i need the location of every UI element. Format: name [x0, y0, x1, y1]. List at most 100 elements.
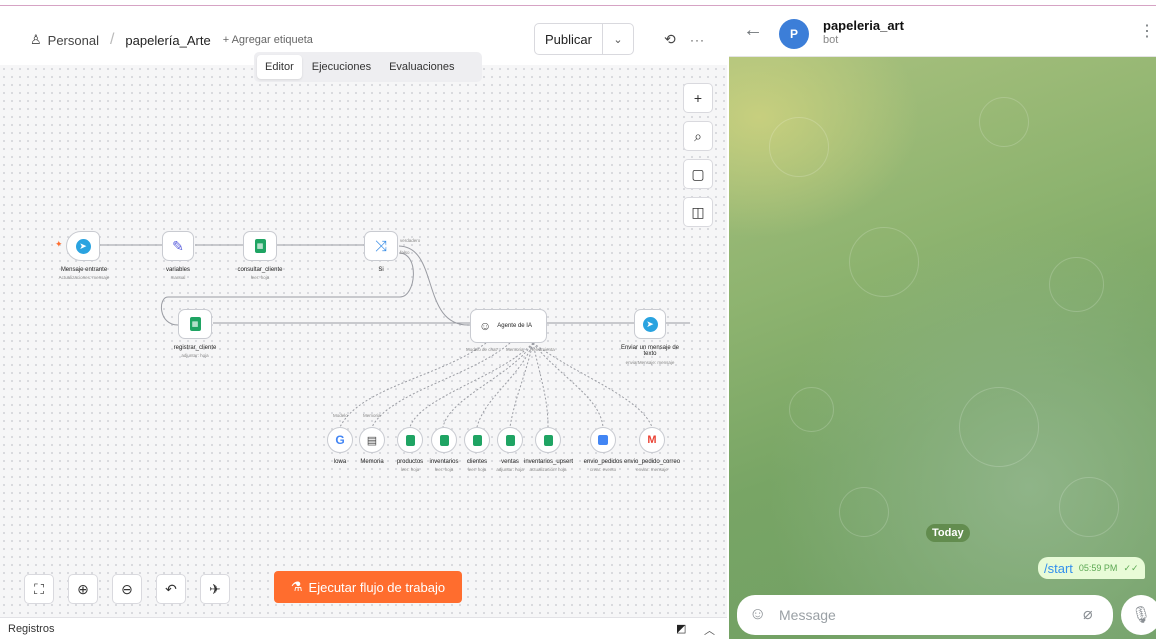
- message-composer[interactable]: ☺ Message ⌀: [737, 595, 1113, 635]
- google-sheets-icon: ▦: [254, 239, 266, 253]
- google-sheets-icon: [439, 434, 449, 446]
- chat-status: bot: [823, 34, 839, 46]
- memory-icon: ▤: [366, 434, 378, 447]
- google-icon: G: [335, 433, 345, 447]
- tool-caption: productos: [396, 459, 424, 465]
- node-caption: registrar_cliente: [173, 345, 217, 351]
- node-caption: Enviar un mensaje de texto: [620, 345, 680, 357]
- zoom-out-icon[interactable]: ⊖: [112, 574, 142, 604]
- node-subcaption: Actualizaciones: mensaje: [58, 275, 110, 280]
- calendar-icon: [598, 435, 608, 445]
- panel-icon[interactable]: ◩: [676, 622, 686, 635]
- sticky-note-icon[interactable]: ▢: [683, 159, 713, 189]
- workflow-editor: ♙ Personal / papelería_Arte + Agregar et…: [0, 7, 727, 639]
- tool-subcaption: leer: hoja: [434, 467, 454, 472]
- tool-node-envio-pedidos[interactable]: [590, 427, 616, 453]
- tool-subcaption: enviar: mensaje: [636, 467, 668, 472]
- panel-toggle-icon[interactable]: ◫: [683, 197, 713, 227]
- flask-icon: ⚗: [290, 579, 303, 594]
- tool-caption: envio_pedido_correo: [624, 459, 681, 465]
- undo-icon[interactable]: ↶: [156, 574, 186, 604]
- search-icon[interactable]: ⌕: [683, 121, 713, 151]
- kebab-menu-icon[interactable]: ⋮: [1139, 21, 1155, 41]
- node-consultar-cliente[interactable]: ▦: [243, 231, 277, 261]
- tool-node-memoria[interactable]: ▤: [359, 427, 385, 453]
- node-si[interactable]: ⤨: [364, 231, 398, 261]
- port-label: Memoria: [506, 347, 524, 352]
- switch-icon: ⤨: [374, 237, 387, 255]
- tool-node-inventarios[interactable]: [431, 427, 457, 453]
- node-subcaption: enviarMensaje: mensaje: [625, 360, 675, 365]
- tool-node-inventarios-upsert[interactable]: [535, 427, 561, 453]
- node-enviar-mensaje[interactable]: ➤: [634, 309, 666, 339]
- node-variables[interactable]: ✎: [162, 231, 194, 261]
- message-bubble[interactable]: /start 05:59 PM ✓✓: [1038, 557, 1145, 579]
- trigger-bolt-icon: ✦: [55, 239, 63, 249]
- chat-background: [729, 57, 1156, 639]
- tool-caption: ventas: [501, 459, 519, 465]
- run-workflow-button[interactable]: ⚗ Ejecutar flujo de trabajo: [274, 571, 462, 603]
- node-caption: consultar_cliente: [237, 267, 283, 273]
- tidy-up-icon[interactable]: ✈: [200, 574, 230, 604]
- date-chip: Today: [926, 524, 970, 542]
- fit-view-icon[interactable]: ⛶: [24, 574, 54, 604]
- google-sheets-icon: [505, 434, 515, 446]
- tool-node-lowa[interactable]: G: [327, 427, 353, 453]
- canvas-bottom-toolbar: ⛶ ⊕ ⊖ ↶ ✈: [24, 574, 230, 612]
- logs-label: Registros: [8, 623, 55, 635]
- node-subcaption: manual: [170, 275, 186, 280]
- robot-icon: ☺: [479, 319, 492, 333]
- chat-header: ← P papeleria_art bot ⋮: [729, 7, 1156, 57]
- logs-panel-bar[interactable]: Registros ◩ ︿: [0, 617, 727, 639]
- node-mensaje-entrante[interactable]: ➤: [66, 231, 100, 261]
- tool-caption: inventarios_upsert: [524, 459, 574, 465]
- node-connections: [96, 244, 690, 428]
- emoji-icon[interactable]: ☺: [749, 604, 766, 624]
- telegram-icon: ➤: [75, 238, 91, 254]
- node-title: Agente de IA: [497, 323, 532, 329]
- tab-executions[interactable]: Ejecuciones: [304, 55, 379, 79]
- tool-top-label: Modelo: [333, 413, 348, 418]
- telegram-icon: ➤: [642, 316, 658, 332]
- tool-caption: inventarios: [429, 459, 459, 465]
- tool-node-productos[interactable]: [397, 427, 423, 453]
- tool-top-label: Memoria: [363, 413, 381, 418]
- tab-editor[interactable]: Editor: [257, 55, 302, 79]
- editor-tabs: Editor Ejecuciones Evaluaciones: [254, 52, 482, 82]
- microphone-icon[interactable]: 🎙: [1121, 595, 1156, 635]
- node-agente-ia[interactable]: ☺ Agente de IA: [470, 309, 547, 343]
- node-registrar-cliente[interactable]: ▦: [178, 309, 212, 339]
- tool-node-ventas[interactable]: [497, 427, 523, 453]
- tool-subcaption: adjuntar: hoja: [496, 467, 524, 472]
- avatar[interactable]: P: [779, 19, 809, 49]
- tool-subcaption: crear: evento: [589, 467, 617, 472]
- tool-node-envio-pedido-correo[interactable]: M: [639, 427, 665, 453]
- canvas-side-toolbar: + ⌕ ▢ ◫: [683, 83, 713, 235]
- message-input[interactable]: Message: [779, 607, 836, 623]
- node-caption: Si: [378, 267, 384, 273]
- node-caption: Mensaje entrante: [60, 267, 108, 273]
- telegram-chat: ← P papeleria_art bot ⋮ Today /start 05:…: [729, 7, 1156, 639]
- tab-evaluations[interactable]: Evaluaciones: [381, 55, 462, 79]
- gmail-icon: M: [647, 434, 657, 446]
- node-caption: variables: [165, 267, 190, 273]
- back-arrow-icon[interactable]: ←: [743, 19, 763, 42]
- add-node-button[interactable]: +: [683, 83, 713, 113]
- node-subcaption: leer: hoja: [250, 275, 270, 280]
- branch-true-label: verdadero: [400, 238, 421, 243]
- attach-icon[interactable]: ⌀: [1083, 604, 1093, 624]
- tool-subcaption: actualización: hoja: [529, 467, 567, 472]
- tool-subcaption: leer: hoja: [400, 467, 420, 472]
- message-text[interactable]: /start: [1044, 561, 1073, 576]
- tool-node-clientes[interactable]: [464, 427, 490, 453]
- tool-subcaption: leer: hoja: [467, 467, 487, 472]
- chevron-up-icon[interactable]: ︿: [704, 622, 715, 638]
- zoom-in-icon[interactable]: ⊕: [68, 574, 98, 604]
- google-sheets-icon: [405, 434, 415, 446]
- google-sheets-icon: ▦: [189, 317, 201, 331]
- run-workflow-label: Ejecutar flujo de trabajo: [308, 579, 446, 595]
- tool-caption: Memoria: [360, 459, 384, 465]
- tool-caption: lowa: [333, 459, 347, 465]
- chat-name[interactable]: papeleria_art: [823, 18, 904, 33]
- message-time: 05:59 PM: [1078, 563, 1118, 573]
